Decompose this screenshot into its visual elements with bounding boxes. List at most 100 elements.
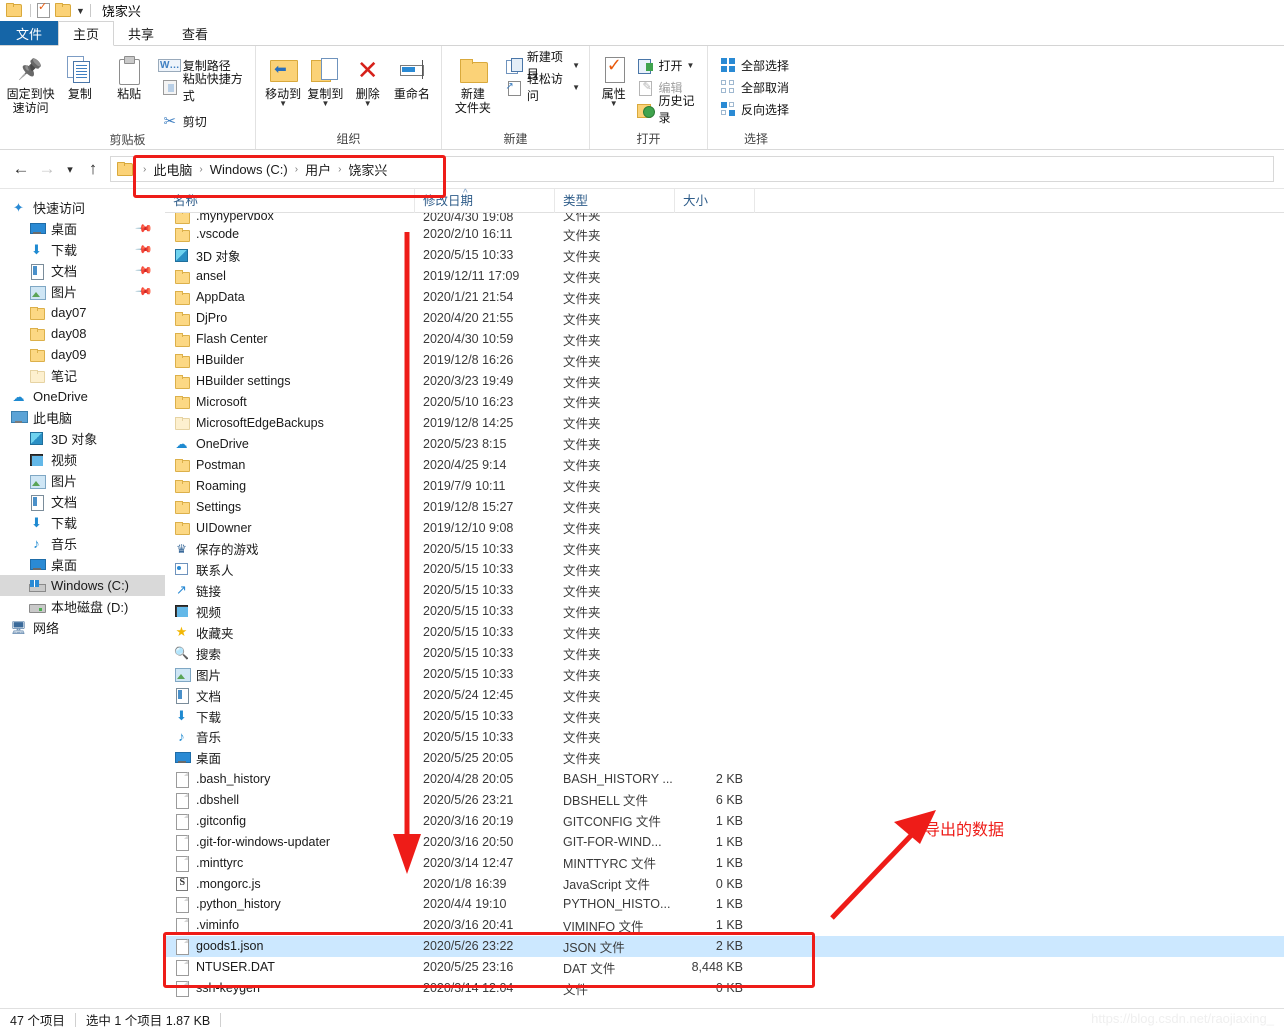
- table-row[interactable]: ansel 2019/12/11 17:09 文件夹: [165, 266, 1284, 287]
- table-row[interactable]: Settings 2019/12/8 15:27 文件夹: [165, 496, 1284, 517]
- sidebar-item-10[interactable]: 此电脑: [0, 407, 165, 428]
- sidebar-item-15[interactable]: ⬇ 下载: [0, 512, 165, 533]
- column-header-size[interactable]: 大小: [675, 188, 755, 213]
- easy-access-button[interactable]: 轻松访问 ▼: [502, 72, 583, 103]
- navigation-pane[interactable]: ✦ 快速访问 桌面 📌 ⬇ 下载 📌 文档 📌 图片 📌 day07 day08 day09 笔记 ☁ OneD…: [0, 189, 165, 972]
- column-header-type[interactable]: 类型: [555, 188, 675, 213]
- table-row[interactable]: ssh-keygen 2020/3/14 12:04 文件 0 KB: [165, 978, 1284, 999]
- tab-file[interactable]: 文件: [0, 21, 59, 45]
- table-row[interactable]: Flash Center 2020/4/30 10:59 文件夹: [165, 329, 1284, 350]
- table-row[interactable]: 🔍 搜索 2020/5/15 10:33 文件夹: [165, 643, 1284, 664]
- sidebar-item-5[interactable]: day07: [0, 302, 165, 323]
- sidebar-item-20[interactable]: 🖥 网络: [0, 617, 165, 638]
- invert-selection-button[interactable]: 反向选择: [716, 98, 792, 120]
- paste-shortcut-button[interactable]: 粘贴快捷方式: [158, 72, 249, 103]
- chevron-down-icon[interactable]: ▼: [279, 100, 287, 108]
- table-row[interactable]: MicrosoftEdgeBackups 2019/12/8 14:25 文件夹: [165, 412, 1284, 433]
- column-header-name[interactable]: 名称: [165, 188, 415, 213]
- table-row[interactable]: DjPro 2020/4/20 21:55 文件夹: [165, 308, 1284, 329]
- breadcrumb-users[interactable]: 用户: [305, 160, 331, 179]
- table-row[interactable]: UIDowner 2019/12/10 9:08 文件夹: [165, 517, 1284, 538]
- sidebar-item-7[interactable]: day09: [0, 344, 165, 365]
- tab-view[interactable]: 查看: [168, 21, 222, 45]
- select-none-button[interactable]: 全部取消: [716, 76, 792, 98]
- sidebar-item-0[interactable]: ✦ 快速访问: [0, 197, 165, 218]
- table-row[interactable]: HBuilder 2019/12/8 16:26 文件夹: [165, 350, 1284, 371]
- new-folder-button[interactable]: 新建 文件夹: [448, 49, 498, 115]
- sidebar-item-17[interactable]: 桌面: [0, 554, 165, 575]
- sidebar-item-18[interactable]: Windows (C:): [0, 575, 165, 596]
- up-arrow-icon[interactable]: ↑: [80, 156, 106, 182]
- sidebar-item-12[interactable]: 视频: [0, 449, 165, 470]
- open-button[interactable]: 打开 ▼: [634, 54, 701, 76]
- table-row[interactable]: ♪ 音乐 2020/5/15 10:33 文件夹: [165, 727, 1284, 748]
- table-row[interactable]: .python_history 2020/4/4 19:10 PYTHON_HIST…: [165, 894, 1284, 915]
- table-row[interactable]: NTUSER.DAT 2020/5/25 23:16 DAT 文件 8,448 KB: [165, 957, 1284, 978]
- table-row[interactable]: .dbshell 2020/5/26 23:21 DBSHELL 文件 6 KB: [165, 789, 1284, 810]
- table-row[interactable]: 文档 2020/5/24 12:45 文件夹: [165, 685, 1284, 706]
- table-row[interactable]: .mongorc.js 2020/1/8 16:39 JavaScript 文件 0 …: [165, 873, 1284, 894]
- table-row[interactable]: ☁ OneDrive 2020/5/23 8:15 文件夹: [165, 433, 1284, 454]
- tab-home[interactable]: 主页: [58, 21, 115, 46]
- table-row[interactable]: Microsoft 2020/5/10 16:23 文件夹: [165, 392, 1284, 413]
- table-row[interactable]: ♛ 保存的游戏 2020/5/15 10:33 文件夹: [165, 538, 1284, 559]
- table-row[interactable]: 3D 对象 2020/5/15 10:33 文件夹: [165, 245, 1284, 266]
- pin-icon[interactable]: 📌: [135, 240, 154, 259]
- table-row[interactable]: goods1.json 2020/5/26 23:22 JSON 文件 2 KB: [165, 935, 1284, 957]
- chevron-down-icon[interactable]: ▼: [572, 61, 580, 70]
- copy-button[interactable]: 复制: [55, 49, 104, 101]
- file-rows[interactable]: .myhypervbox 2020/4/30 19:08 文件夹 .vscode 202…: [165, 213, 1284, 999]
- table-row[interactable]: 联系人 2020/5/15 10:33 文件夹: [165, 559, 1284, 580]
- recent-locations-chevron-icon[interactable]: ▾: [60, 156, 80, 182]
- cut-button[interactable]: 剪切: [158, 110, 249, 132]
- tab-share[interactable]: 共享: [114, 21, 168, 45]
- new-folder-icon[interactable]: [55, 2, 71, 19]
- sidebar-item-11[interactable]: 3D 对象: [0, 428, 165, 449]
- table-row[interactable]: ⬇ 下载 2020/5/15 10:33 文件夹: [165, 706, 1284, 727]
- pin-icon[interactable]: 📌: [135, 261, 154, 280]
- table-row[interactable]: ★ 收藏夹 2020/5/15 10:33 文件夹: [165, 622, 1284, 643]
- table-row[interactable]: .myhypervbox 2020/4/30 19:08 文件夹: [165, 213, 1284, 224]
- sidebar-item-19[interactable]: 本地磁盘 (D:): [0, 596, 165, 617]
- table-row[interactable]: AppData 2020/1/21 21:54 文件夹: [165, 287, 1284, 308]
- properties-checkmark-icon[interactable]: [36, 0, 52, 19]
- back-arrow-icon[interactable]: ←: [8, 156, 34, 182]
- sidebar-item-4[interactable]: 图片 📌: [0, 281, 165, 302]
- pin-icon[interactable]: 📌: [135, 219, 154, 238]
- table-row[interactable]: .vscode 2020/2/10 16:11 文件夹: [165, 224, 1284, 245]
- paste-button[interactable]: 粘贴: [105, 49, 154, 101]
- chevron-down-icon[interactable]: ▼: [610, 100, 618, 108]
- table-row[interactable]: 图片 2020/5/15 10:33 文件夹: [165, 664, 1284, 685]
- table-row[interactable]: HBuilder settings 2020/3/23 19:49 文件夹: [165, 371, 1284, 392]
- delete-button[interactable]: ✕ 删除 ▼: [347, 49, 389, 108]
- table-row[interactable]: .viminfo 2020/3/16 20:41 VIMINFO 文件 1 KB: [165, 915, 1284, 936]
- history-button[interactable]: 历史记录: [634, 94, 701, 125]
- copy-to-button[interactable]: 复制到 ▼: [304, 49, 346, 108]
- chevron-down-icon[interactable]: ▼: [321, 100, 329, 108]
- sidebar-item-14[interactable]: 文档: [0, 491, 165, 512]
- chevron-down-icon[interactable]: ▼: [364, 100, 372, 108]
- sidebar-item-13[interactable]: 图片: [0, 470, 165, 491]
- table-row[interactable]: .bash_history 2020/4/28 20:05 BASH_HISTORY…: [165, 768, 1284, 789]
- move-to-button[interactable]: ⬅ 移动到 ▼: [262, 49, 304, 108]
- table-row[interactable]: Roaming 2019/7/9 10:11 文件夹: [165, 475, 1284, 496]
- sidebar-item-2[interactable]: ⬇ 下载 📌: [0, 239, 165, 260]
- forward-arrow-icon[interactable]: →: [34, 156, 60, 182]
- column-header-date[interactable]: 修改日期: [415, 188, 555, 213]
- sidebar-item-16[interactable]: ♪ 音乐: [0, 533, 165, 554]
- table-row[interactable]: 视频 2020/5/15 10:33 文件夹: [165, 601, 1284, 622]
- table-row[interactable]: ↗ 链接 2020/5/15 10:33 文件夹: [165, 580, 1284, 601]
- pin-icon[interactable]: 📌: [135, 282, 154, 301]
- breadcrumb-windows-c[interactable]: Windows (C:): [210, 162, 288, 177]
- table-row[interactable]: .minttyrc 2020/3/14 12:47 MINTTYRC 文件 1 KB: [165, 852, 1284, 873]
- sidebar-item-6[interactable]: day08: [0, 323, 165, 344]
- table-row[interactable]: .gitconfig 2020/3/16 20:19 GITCONFIG 文件 1 K…: [165, 810, 1284, 831]
- breadcrumb-current-user[interactable]: 饶家兴: [348, 160, 387, 179]
- sidebar-item-8[interactable]: 笔记: [0, 365, 165, 386]
- sidebar-item-1[interactable]: 桌面 📌: [0, 218, 165, 239]
- properties-button[interactable]: 属性 ▼: [596, 49, 632, 108]
- sidebar-item-9[interactable]: ☁ OneDrive: [0, 386, 165, 407]
- sidebar-item-3[interactable]: 文档 📌: [0, 260, 165, 281]
- table-row[interactable]: 桌面 2020/5/25 20:05 文件夹: [165, 747, 1284, 768]
- breadcrumb-this-pc[interactable]: 此电脑: [153, 160, 192, 179]
